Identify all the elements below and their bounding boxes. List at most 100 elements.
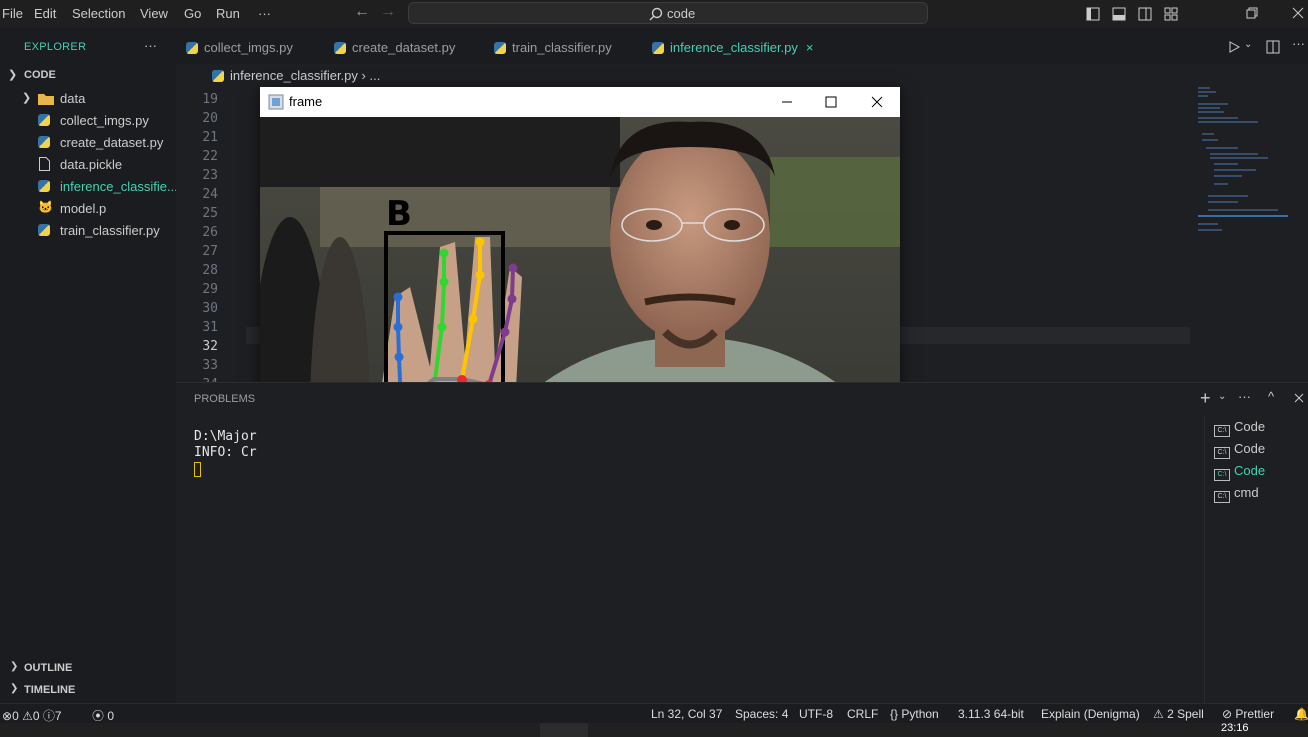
menu-selection[interactable]: Selection: [72, 6, 125, 21]
breadcrumb-more: ...: [369, 68, 381, 83]
spell-status[interactable]: ⚠ 2 Spell: [1153, 707, 1204, 721]
close-icon[interactable]: [870, 95, 884, 109]
back-arrow-icon[interactable]: ←: [354, 3, 370, 21]
command-center-text: code: [667, 6, 696, 21]
frame-title-bar[interactable]: frame: [260, 87, 900, 117]
line-number: 28: [202, 263, 218, 278]
line-number: 24: [202, 187, 218, 202]
panel-divider: [1204, 415, 1205, 703]
indentation[interactable]: Spaces: 4: [735, 707, 788, 721]
timeline-section[interactable]: TIMELINE: [24, 684, 75, 696]
language-mode[interactable]: {} Python: [890, 707, 939, 721]
search-icon: [649, 7, 663, 21]
chevron-down-icon[interactable]: ❯: [8, 68, 17, 81]
python-icon: [38, 136, 50, 148]
tree-item-label: inference_classifie...: [60, 179, 178, 194]
warning-icon: ⚠: [22, 709, 33, 723]
line-number: 23: [202, 168, 218, 183]
run-icon[interactable]: [1228, 41, 1240, 53]
close-panel-icon[interactable]: [1294, 393, 1304, 403]
customize-layout-icon[interactable]: [1164, 7, 1178, 21]
line-number: 32: [202, 339, 218, 354]
tree-item-label: create_dataset.py: [60, 135, 164, 150]
forward-arrow-icon[interactable]: →: [380, 3, 396, 21]
error-count: 0: [12, 709, 19, 723]
line-number: 33: [202, 358, 218, 373]
menu-run[interactable]: Run: [216, 6, 240, 21]
check-icon: ⊘: [1222, 707, 1233, 721]
close-window-icon[interactable]: [1292, 7, 1304, 19]
tab-create-dataset[interactable]: create_dataset.py: [334, 40, 455, 55]
terminal-icon: C:\: [1214, 491, 1230, 503]
chevron-right-icon: ❯: [22, 92, 32, 104]
restore-window-icon[interactable]: [1246, 7, 1258, 19]
encoding[interactable]: UTF-8: [799, 707, 833, 721]
python-icon: [186, 42, 198, 54]
terminal-icon: C:\: [1214, 447, 1230, 459]
tree-item-label: collect_imgs.py: [60, 113, 149, 128]
line-number: 22: [202, 149, 218, 164]
notifications-icon[interactable]: 🔔: [1294, 707, 1308, 721]
menu-go[interactable]: Go: [184, 6, 201, 21]
editor-more-icon[interactable]: ···: [1292, 36, 1305, 51]
line-number: 25: [202, 206, 218, 221]
chevron-right-icon[interactable]: ❯: [10, 683, 18, 694]
explorer-more-icon[interactable]: ···: [144, 38, 157, 53]
minimap[interactable]: [1198, 84, 1288, 254]
taskbar-active-app[interactable]: [540, 723, 588, 737]
breadcrumb-file: inference_classifier.py: [230, 68, 358, 83]
terminal-entry[interactable]: C:\ cmd: [1214, 485, 1259, 503]
terminal-entry[interactable]: C:\ Code: [1214, 441, 1265, 459]
maximize-panel-icon[interactable]: ^: [1268, 389, 1274, 404]
terminal-name: Code: [1234, 441, 1266, 456]
command-center[interactable]: code: [408, 2, 928, 24]
explain-denigma[interactable]: Explain (Denigma): [1041, 707, 1140, 721]
broadcast-icon: ⦿: [92, 709, 105, 723]
info-icon: ⓘ: [42, 709, 55, 723]
python-icon: [38, 224, 50, 236]
tab-collect-imgs[interactable]: collect_imgs.py: [186, 40, 293, 55]
new-terminal-icon[interactable]: +: [1200, 388, 1211, 409]
minimize-icon[interactable]: [780, 95, 794, 109]
toggle-sidebar-icon[interactable]: [1086, 7, 1100, 21]
menu-more[interactable]: ···: [258, 6, 271, 21]
tab-problems[interactable]: PROBLEMS: [194, 393, 255, 405]
problems-status[interactable]: ⊗0 ⚠0 ⓘ7: [2, 707, 62, 724]
menu-view[interactable]: View: [140, 6, 168, 21]
outline-section[interactable]: OUTLINE: [24, 662, 72, 674]
prettier-label: Prettier: [1235, 707, 1275, 721]
explorer-title: EXPLORER: [24, 41, 87, 53]
cursor-position[interactable]: Ln 32, Col 37: [651, 707, 722, 721]
prettier-status[interactable]: ⊘ Prettier: [1222, 707, 1274, 721]
folder-root-label[interactable]: CODE: [24, 69, 56, 81]
toggle-secondary-sidebar-icon[interactable]: [1138, 7, 1152, 21]
terminal-name: cmd: [1234, 485, 1259, 500]
toggle-panel-icon[interactable]: [1112, 7, 1126, 21]
terminal-name: Code: [1234, 419, 1266, 434]
panel-more-icon[interactable]: ···: [1238, 389, 1251, 404]
end-of-line[interactable]: CRLF: [847, 707, 878, 721]
maximize-icon[interactable]: [824, 95, 838, 109]
tab-inference-classifier[interactable]: inference_classifier.py ×: [652, 40, 814, 55]
line-number: 26: [202, 225, 218, 240]
tab-label: collect_imgs.py: [204, 40, 293, 55]
taskbar-clock[interactable]: 23:16: [1221, 722, 1249, 734]
braces-icon: {}: [890, 707, 899, 721]
menu-file[interactable]: File: [2, 6, 23, 21]
split-editor-icon[interactable]: [1266, 40, 1280, 54]
chevron-down-icon[interactable]: ⌄: [1244, 39, 1252, 50]
close-tab-icon[interactable]: ×: [806, 40, 814, 55]
chevron-down-icon[interactable]: ⌄: [1218, 391, 1226, 402]
python-icon: [38, 114, 50, 126]
menu-edit[interactable]: Edit: [34, 6, 56, 21]
terminal-entry[interactable]: C:\ Code: [1214, 419, 1265, 437]
terminal-entry-active[interactable]: C:\ Code: [1214, 463, 1265, 481]
breadcrumb[interactable]: inference_classifier.py › ...: [212, 68, 380, 83]
frame-title: frame: [289, 94, 323, 109]
chevron-right-icon[interactable]: ❯: [10, 661, 18, 672]
terminal-icon: C:\: [1214, 425, 1230, 437]
tab-train-classifier[interactable]: train_classifier.py: [494, 40, 612, 55]
ports-status[interactable]: ⦿ 0: [92, 707, 114, 724]
python-interpreter[interactable]: 3.11.3 64-bit: [958, 707, 1024, 721]
cat-icon: 🐱: [38, 200, 53, 214]
